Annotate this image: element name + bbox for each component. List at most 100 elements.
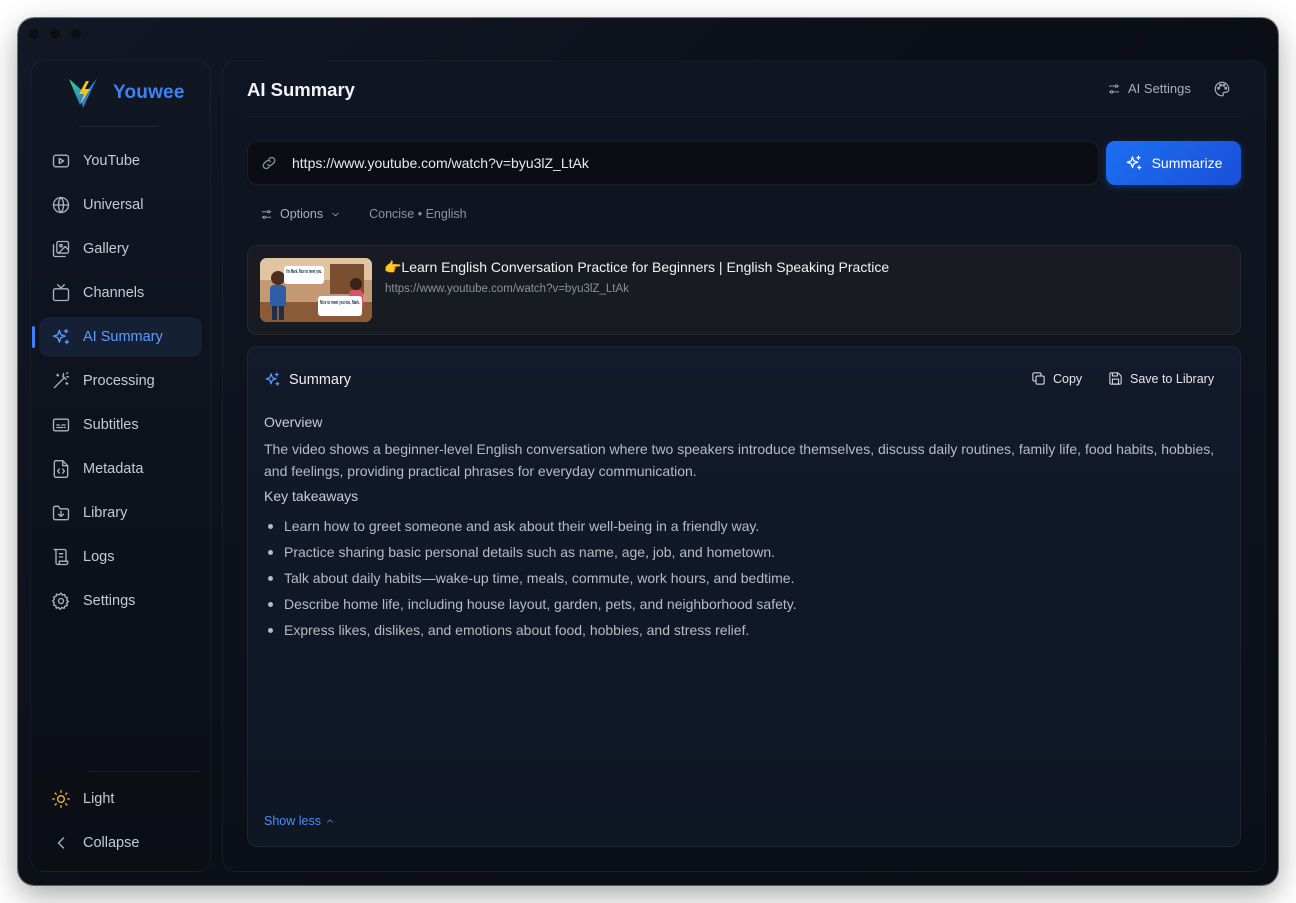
sidebar-item-label: Universal bbox=[83, 197, 144, 213]
subtitles-icon bbox=[51, 415, 71, 435]
collapse-button[interactable]: Collapse bbox=[39, 823, 202, 863]
sidebar-item-channels[interactable]: Channels bbox=[39, 273, 202, 313]
list-item: Describe home life, including house layo… bbox=[264, 591, 797, 617]
summary-title: Summary bbox=[289, 371, 352, 388]
sparkles-icon bbox=[1126, 155, 1141, 170]
show-less-label: Show less bbox=[264, 814, 321, 828]
chevron-down-icon bbox=[332, 212, 339, 216]
gear-icon bbox=[51, 591, 71, 611]
palette-icon bbox=[1214, 81, 1230, 97]
sidebar-item-label: Channels bbox=[83, 285, 145, 301]
sidebar: Youwee YouTube Universal Gallery Channel… bbox=[30, 60, 211, 872]
window-controls bbox=[28, 28, 82, 40]
gallery-icon bbox=[51, 239, 71, 259]
theme-label: Light bbox=[83, 791, 115, 807]
sidebar-item-metadata[interactable]: Metadata bbox=[39, 449, 202, 489]
copy-button[interactable]: Copy bbox=[1031, 371, 1082, 386]
summary-card: Summary Copy Save to Library Overview Th… bbox=[247, 346, 1241, 847]
video-card: I'm Mark. Nice to meet you. Nice to meet… bbox=[247, 245, 1241, 335]
theme-palette-button[interactable] bbox=[1213, 80, 1233, 100]
list-item: Talk about daily habits—wake-up time, me… bbox=[264, 565, 797, 591]
sliders-icon bbox=[261, 209, 272, 219]
sidebar-item-processing[interactable]: Processing bbox=[39, 361, 202, 401]
chevron-up-icon bbox=[327, 819, 333, 823]
minimize-window-button[interactable] bbox=[49, 28, 61, 40]
video-title: 👉Learn English Conversation Practice for… bbox=[384, 259, 890, 275]
copy-label: Copy bbox=[1053, 371, 1083, 386]
thumbnail-image: I'm Mark. Nice to meet you. Nice to meet… bbox=[260, 258, 372, 322]
brand-divider bbox=[79, 126, 159, 127]
list-item: Express likes, dislikes, and emotions ab… bbox=[264, 617, 797, 643]
sidebar-item-universal[interactable]: Universal bbox=[39, 185, 202, 225]
ai-settings-label: AI Settings bbox=[1128, 81, 1191, 96]
youtube-icon bbox=[51, 151, 71, 171]
sidebar-item-label: Settings bbox=[83, 593, 136, 609]
folder-download-icon bbox=[51, 503, 71, 523]
overview-heading: Overview bbox=[264, 414, 323, 430]
theme-toggle[interactable]: Light bbox=[39, 779, 202, 819]
header-divider bbox=[247, 116, 1241, 117]
url-input[interactable] bbox=[290, 154, 1074, 172]
file-code-icon bbox=[51, 459, 71, 479]
ai-settings-button[interactable]: AI Settings bbox=[1107, 81, 1191, 96]
collapse-label: Collapse bbox=[83, 835, 140, 851]
app-window: Youwee YouTube Universal Gallery Channel… bbox=[18, 18, 1278, 885]
save-to-library-button[interactable]: Save to Library bbox=[1108, 371, 1214, 386]
copy-icon bbox=[1032, 372, 1045, 385]
sidebar-item-label: Subtitles bbox=[83, 417, 139, 433]
sidebar-item-gallery[interactable]: Gallery bbox=[39, 229, 202, 269]
sidebar-item-ai-summary[interactable]: AI Summary bbox=[32, 317, 202, 357]
sidebar-item-label: YouTube bbox=[83, 153, 140, 169]
globe-icon bbox=[51, 195, 71, 215]
sidebar-divider bbox=[89, 771, 199, 772]
takeaways-heading: Key takeaways bbox=[264, 488, 359, 504]
sidebar-item-subtitles[interactable]: Subtitles bbox=[39, 405, 202, 445]
thumbnail-bubble-2: Nice to meet you too, Mark. bbox=[320, 300, 360, 306]
list-item: Learn how to greet someone and ask about… bbox=[264, 513, 797, 539]
url-field bbox=[247, 141, 1099, 185]
magic-wand-icon bbox=[51, 371, 71, 391]
options-dropdown[interactable]: Options bbox=[260, 207, 341, 221]
save-icon bbox=[1109, 372, 1122, 385]
sidebar-item-label: AI Summary bbox=[83, 329, 163, 345]
summarize-label: Summarize bbox=[1151, 155, 1223, 171]
tv-icon bbox=[51, 283, 71, 303]
app-name: Youwee bbox=[113, 82, 185, 103]
sidebar-item-label: Processing bbox=[83, 373, 155, 389]
sidebar-item-label: Logs bbox=[83, 549, 115, 565]
show-less-button[interactable]: Show less bbox=[264, 814, 335, 828]
sparkles-icon bbox=[51, 327, 71, 347]
maximize-window-button[interactable] bbox=[70, 28, 82, 40]
sidebar-item-label: Library bbox=[83, 505, 128, 521]
sliders-icon bbox=[1108, 83, 1120, 94]
takeaways-list: Learn how to greet someone and ask about… bbox=[264, 513, 797, 643]
sidebar-bottom: Light Collapse bbox=[39, 779, 202, 867]
scroll-icon bbox=[51, 547, 71, 567]
sun-icon bbox=[51, 789, 71, 809]
sidebar-item-settings[interactable]: Settings bbox=[39, 581, 202, 621]
thumbnail-bubble-1: I'm Mark. Nice to meet you. bbox=[286, 269, 322, 275]
sidebar-item-logs[interactable]: Logs bbox=[39, 537, 202, 577]
youwee-logo-icon bbox=[69, 78, 97, 108]
summary-header: Summary bbox=[264, 371, 351, 388]
video-thumbnail[interactable]: I'm Mark. Nice to meet you. Nice to meet… bbox=[260, 258, 372, 322]
sidebar-item-library[interactable]: Library bbox=[39, 493, 202, 533]
page-title: AI Summary bbox=[247, 79, 355, 100]
summarize-button[interactable]: Summarize bbox=[1106, 141, 1241, 185]
link-icon bbox=[260, 154, 278, 172]
sparkles-icon bbox=[265, 372, 280, 386]
options-label: Options bbox=[280, 207, 324, 221]
sidebar-item-label: Metadata bbox=[83, 461, 144, 477]
main-panel: AI Summary AI Settings Summarize Options… bbox=[222, 60, 1266, 872]
options-summary: Concise • English bbox=[369, 207, 467, 221]
video-url[interactable]: https://www.youtube.com/watch?v=byu3lZ_L… bbox=[385, 283, 629, 295]
brand: Youwee bbox=[65, 75, 185, 111]
list-item: Practice sharing basic personal details … bbox=[264, 539, 797, 565]
options-row: Options Concise • English bbox=[260, 207, 467, 221]
overview-text: The video shows a beginner-level English… bbox=[264, 441, 1215, 479]
sidebar-item-youtube[interactable]: YouTube bbox=[39, 141, 202, 181]
close-window-button[interactable] bbox=[28, 28, 40, 40]
save-label: Save to Library bbox=[1130, 371, 1215, 386]
sidebar-item-label: Gallery bbox=[83, 241, 129, 257]
sidebar-nav: YouTube Universal Gallery Channels AI Su… bbox=[32, 141, 202, 625]
